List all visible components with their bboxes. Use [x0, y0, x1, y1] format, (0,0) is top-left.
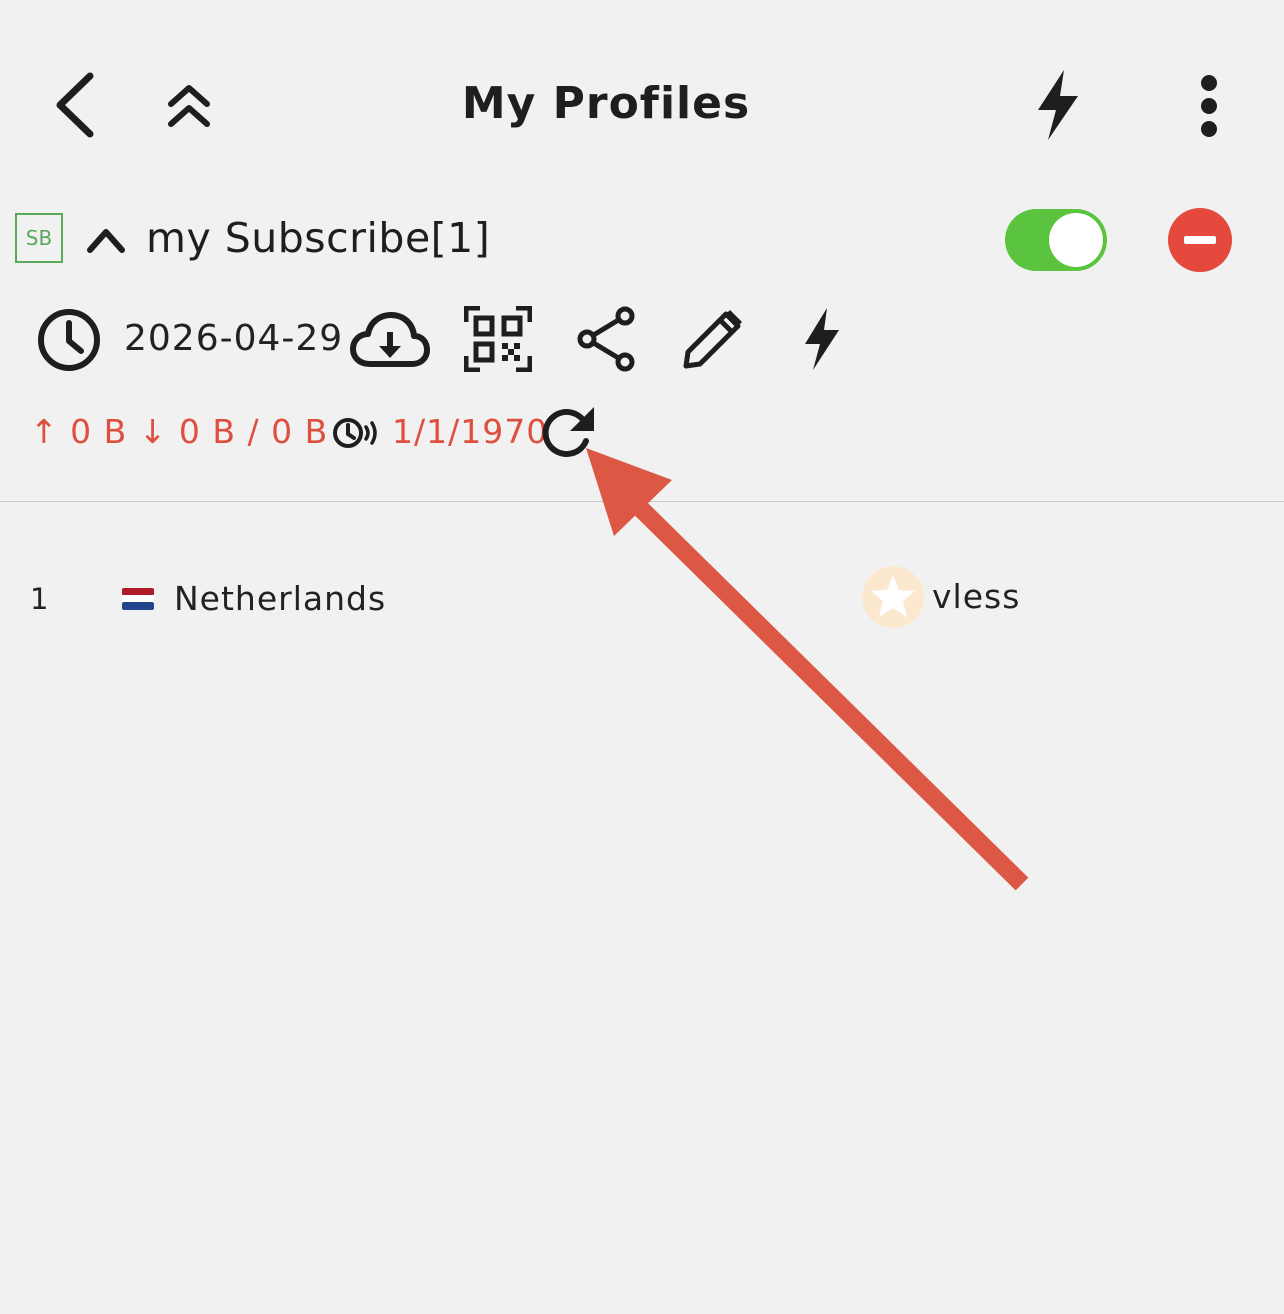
section-divider: [0, 501, 1284, 502]
qr-code-button[interactable]: [464, 306, 532, 372]
subscription-speed-test-button[interactable]: [803, 308, 841, 370]
subscription-enable-toggle[interactable]: [1005, 209, 1107, 271]
page-title: My Profiles: [461, 78, 751, 129]
qr-code-icon: [464, 306, 532, 372]
update-subscription-button[interactable]: [350, 310, 430, 370]
refresh-icon: [542, 407, 594, 457]
lightning-icon: [1038, 70, 1078, 140]
star-icon: [871, 575, 915, 617]
collapse-group-button[interactable]: [86, 224, 126, 254]
speed-test-button[interactable]: [1036, 70, 1080, 140]
more-menu-button[interactable]: [1194, 74, 1224, 138]
chevron-up-icon: [87, 229, 125, 253]
clock-signal-icon: [333, 418, 377, 448]
subscription-name: my Subscribe[1]: [146, 214, 491, 262]
clock-icon: [38, 309, 100, 371]
remove-subscription-button[interactable]: [1168, 208, 1232, 272]
share-icon: [577, 306, 635, 372]
traffic-usage: ↑ 0 B ↓ 0 B / 0 B: [30, 412, 329, 451]
toggle-knob: [1049, 213, 1103, 267]
lightning-icon: [805, 308, 839, 370]
share-button[interactable]: [575, 306, 637, 372]
server-protocol: vless: [932, 577, 1021, 616]
annotation-arrow: [586, 448, 1029, 891]
favorite-button[interactable]: [862, 566, 924, 628]
minus-icon: [1184, 236, 1216, 244]
expire-indicator: [332, 416, 382, 450]
update-time-indicator: [36, 307, 102, 373]
subscription-type-badge: SB: [15, 213, 63, 263]
updated-date: 2026-04-29: [124, 318, 344, 359]
netherlands-flag-icon: [122, 588, 154, 610]
more-vertical-icon: [1201, 75, 1217, 137]
cloud-download-icon: [350, 312, 430, 367]
edit-button[interactable]: [682, 308, 746, 370]
server-name: Netherlands: [174, 579, 387, 618]
server-index: 1: [30, 582, 49, 616]
pencil-icon: [683, 310, 742, 369]
expire-date: 1/1/1970: [392, 412, 549, 451]
refresh-traffic-button[interactable]: [540, 405, 596, 461]
